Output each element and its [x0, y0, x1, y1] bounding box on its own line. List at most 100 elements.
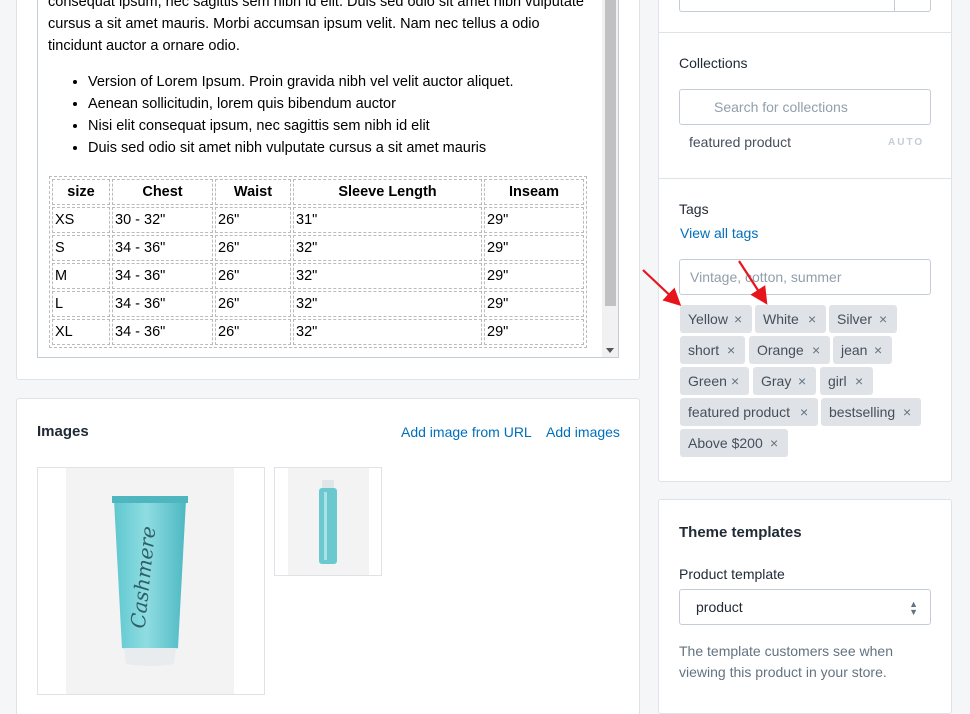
table-cell: 29": [484, 263, 584, 289]
tag-chip: Orange ×: [749, 336, 830, 364]
description-paragraph: consequat ipsum, nec sagittis sem nibh i…: [48, 0, 584, 54]
table-cell: 34 - 36": [112, 291, 213, 317]
bullet-item: Duis sed odio sit amet nibh vulputate cu…: [88, 137, 596, 159]
tag-chip: Above $200 ×: [680, 429, 788, 457]
select-arrows-icon: ▲ ▼: [909, 599, 918, 617]
size-chart-table: size Chest Waist Sleeve Length Inseam XS…: [49, 176, 587, 348]
theme-templates-title: Theme templates: [679, 524, 802, 541]
remove-tag-icon[interactable]: ×: [800, 398, 808, 426]
product-image-background: Cashmere: [66, 468, 234, 694]
column-header-size: size: [52, 179, 110, 205]
column-header-sleeve-length: Sleeve Length: [293, 179, 482, 205]
view-all-tags-link[interactable]: View all tags: [680, 225, 758, 241]
tag-label: bestselling: [829, 404, 896, 420]
remove-tag-icon[interactable]: ×: [770, 429, 778, 457]
table-cell: 26": [215, 291, 291, 317]
product-image-primary[interactable]: Cashmere: [37, 467, 265, 695]
column-header-inseam: Inseam: [484, 179, 584, 205]
table-cell: 32": [293, 291, 482, 317]
remove-tag-icon[interactable]: ×: [734, 305, 742, 333]
tags-input[interactable]: Vintage, cotton, summer: [679, 259, 931, 295]
tag-chip: jean ×: [833, 336, 892, 364]
product-image-secondary[interactable]: [274, 467, 382, 576]
table-cell: 30 - 32": [112, 207, 213, 233]
table-cell: 26": [215, 235, 291, 261]
table-cell: 26": [215, 263, 291, 289]
bullet-item: Nisi elit consequat ipsum, nec sagittis …: [88, 115, 596, 137]
column-header-waist: Waist: [215, 179, 291, 205]
tags-label: Tags: [679, 201, 709, 217]
dropdown-button[interactable]: [894, 0, 930, 11]
bottle-image: [319, 480, 337, 564]
tag-label: Orange: [757, 342, 804, 358]
table-cell: 34 - 36": [112, 263, 213, 289]
tag-label: featured product: [688, 404, 790, 420]
remove-tag-icon[interactable]: ×: [808, 305, 816, 333]
remove-tag-icon[interactable]: ×: [812, 336, 820, 364]
product-template-value: product: [696, 599, 743, 615]
table-row: XS 30 - 32" 26" 31" 29": [52, 207, 584, 233]
product-image-background: [288, 468, 369, 575]
table-row: XL 34 - 36" 26" 32" 29": [52, 319, 584, 345]
table-cell: M: [52, 263, 110, 289]
table-cell: 34 - 36": [112, 235, 213, 261]
tag-chip: Green ×: [680, 367, 749, 395]
table-cell: 29": [484, 235, 584, 261]
tag-label: Above $200: [688, 435, 763, 451]
tag-label: short: [688, 342, 720, 358]
tag-chip: White ×: [755, 305, 826, 333]
remove-tag-icon[interactable]: ×: [874, 336, 882, 364]
images-title: Images: [37, 423, 89, 440]
tag-chip: Silver ×: [829, 305, 897, 333]
table-cell: 29": [484, 207, 584, 233]
organization-card: Collections Search for collections featu…: [658, 0, 952, 482]
tag-label: White: [763, 311, 799, 327]
remove-tag-icon[interactable]: ×: [879, 305, 887, 333]
divider: [659, 32, 951, 33]
table-cell: 29": [484, 291, 584, 317]
collections-search-input[interactable]: Search for collections: [679, 89, 931, 125]
bullet-item: Aenean sollicitudin, lorem quis bibendum…: [88, 93, 596, 115]
product-template-help-text: The template customers see when viewing …: [679, 643, 893, 680]
scrollbar-thumb[interactable]: [605, 0, 616, 306]
table-header-row: size Chest Waist Sleeve Length Inseam: [52, 179, 584, 205]
add-images-link[interactable]: Add images: [546, 424, 620, 440]
description-editor[interactable]: consequat ipsum, nec sagittis sem nibh i…: [37, 0, 619, 358]
images-card: Images Add image from URL Add images Cas…: [16, 398, 640, 714]
table-cell: S: [52, 235, 110, 261]
tag-chip: Gray ×: [753, 367, 816, 395]
editor-content[interactable]: consequat ipsum, nec sagittis sem nibh i…: [48, 0, 596, 159]
product-type-input[interactable]: [679, 0, 931, 12]
remove-tag-icon[interactable]: ×: [731, 367, 739, 395]
tag-label: Green: [688, 373, 727, 389]
tag-chip: girl ×: [820, 367, 873, 395]
add-image-from-url-link[interactable]: Add image from URL: [401, 424, 532, 440]
table-cell: L: [52, 291, 110, 317]
table-cell: 29": [484, 319, 584, 345]
table-cell: 32": [293, 319, 482, 345]
collection-auto-badge: AUTO: [888, 137, 925, 148]
tag-label: girl: [828, 373, 847, 389]
product-template-label: Product template: [679, 566, 785, 582]
collections-label: Collections: [679, 55, 748, 71]
tag-chip: Yellow ×: [680, 305, 752, 333]
table-cell: 32": [293, 263, 482, 289]
table-cell: 32": [293, 235, 482, 261]
table-cell: 26": [215, 207, 291, 233]
scroll-down-arrow-icon[interactable]: [606, 348, 614, 353]
collection-item: featured product: [689, 134, 791, 150]
editor-scrollbar[interactable]: [602, 0, 618, 357]
remove-tag-icon[interactable]: ×: [903, 398, 911, 426]
table-cell: XS: [52, 207, 110, 233]
remove-tag-icon[interactable]: ×: [798, 367, 806, 395]
description-card: consequat ipsum, nec sagittis sem nibh i…: [16, 0, 640, 380]
table-cell: XL: [52, 319, 110, 345]
product-template-select[interactable]: product ▲ ▼: [679, 589, 931, 625]
description-bullet-list: Version of Lorem Ipsum. Proin gravida ni…: [48, 71, 596, 159]
bullet-item: Version of Lorem Ipsum. Proin gravida ni…: [88, 71, 596, 93]
theme-templates-card: Theme templates Product template product…: [658, 499, 952, 714]
tag-label: Yellow: [688, 311, 728, 327]
table-cell: 26": [215, 319, 291, 345]
remove-tag-icon[interactable]: ×: [727, 336, 735, 364]
remove-tag-icon[interactable]: ×: [855, 367, 863, 395]
